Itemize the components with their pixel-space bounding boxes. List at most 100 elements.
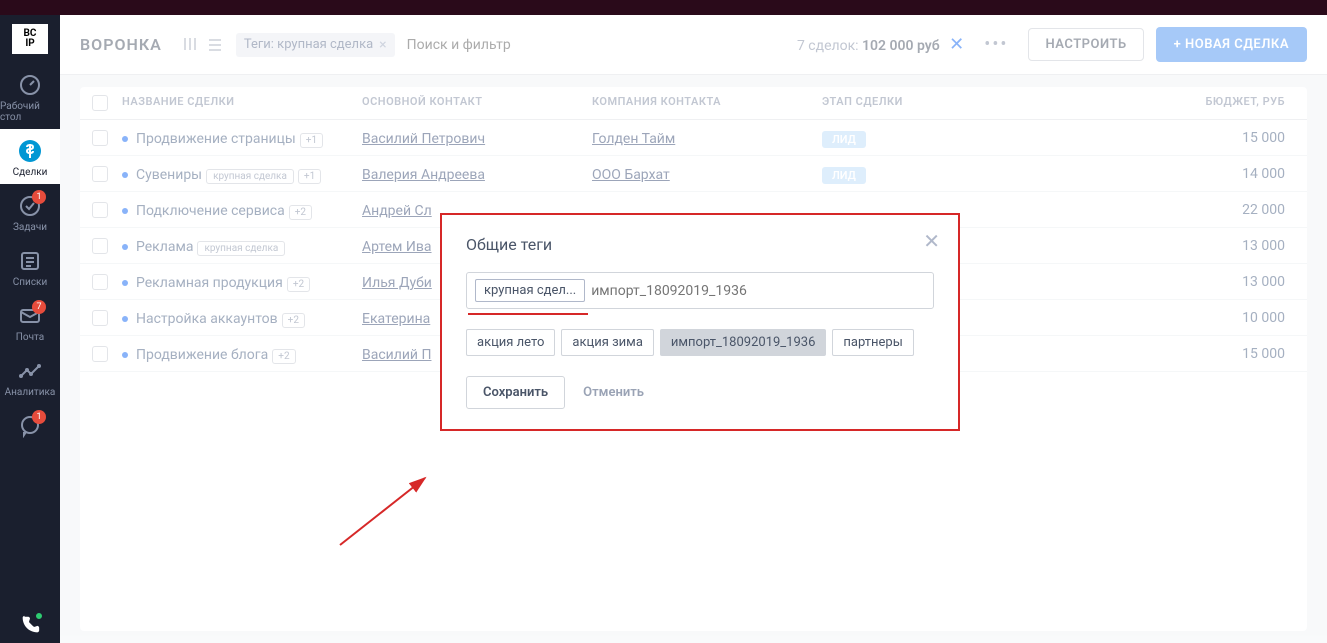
logo: BCIP [0,15,60,63]
tag-count: +2 [289,205,312,220]
deal-name[interactable]: Рекламная продукция [136,275,283,291]
row-checkbox[interactable] [92,166,108,182]
nav-label: Почта [16,332,44,343]
filter-tag[interactable]: Теги: крупная сделка × [236,33,395,57]
tag-suggestions: акция летоакция зима импорт_18092019_1936… [466,329,934,356]
nav-label: Списки [13,277,47,288]
col-name[interactable]: НАЗВАНИЕ СДЕЛКИ [122,95,362,111]
budget-value: 15 000 [1192,130,1295,146]
row-checkbox[interactable] [92,274,108,290]
tag-count: +2 [282,313,305,328]
budget-value: 14 000 [1192,166,1295,182]
suggestion-tag[interactable]: акция зима [561,329,653,356]
nav-lists[interactable]: Списки [0,239,60,294]
row-checkbox[interactable] [92,238,108,254]
deal-name[interactable]: Сувениры [136,167,202,183]
row-checkbox[interactable] [92,310,108,326]
nav-label: Задачи [13,222,47,233]
nav-dashboard[interactable]: Рабочий стол [0,63,60,129]
company-link[interactable]: Голден Тайм [592,131,675,147]
nav-analytics[interactable]: Аналитика [0,349,60,404]
budget-value: 22 000 [1192,202,1295,218]
annotation-underline [468,313,588,315]
tag-count: +1 [300,133,323,148]
col-company[interactable]: КОМПАНИЯ КОНТАКТА [592,95,822,111]
badge: 7 [32,300,46,314]
list-icon [18,249,42,273]
columns-icon [182,36,198,52]
status-dot [122,352,128,358]
col-budget[interactable]: БЮДЖЕТ, РУБ [1192,95,1295,111]
contact-link[interactable]: Василий П [362,347,431,363]
modal-close-icon[interactable]: ✕ [923,229,940,253]
col-contact[interactable]: ОСНОВНОЙ КОНТАКТ [362,95,592,111]
nav-mail[interactable]: 7 Почта [0,294,60,349]
row-checkbox[interactable] [92,346,108,362]
status-dot [122,316,128,322]
gauge-icon [18,73,42,97]
deal-name[interactable]: Продвижение блога [136,347,268,363]
logo-text-2: IP [25,39,34,49]
nav-chat[interactable]: 1 [0,404,60,444]
deals-stats: 7 сделок: 102 000 руб ✕ [797,34,964,55]
status-dot [122,172,128,178]
badge: 1 [32,410,46,424]
tag-count: +2 [272,349,295,364]
contact-link[interactable]: Екатерина [362,311,430,327]
nav-label: Рабочий стол [0,101,60,123]
view-toggle[interactable] [182,36,224,54]
table-row[interactable]: Сувенирыкрупная сделка+1 Валерия Андреев… [80,156,1307,192]
table-row[interactable]: Продвижение страницы+1 Василий Петрович … [80,120,1307,156]
nav-phone[interactable] [0,603,60,643]
dollar-icon [18,139,42,163]
deal-name[interactable]: Реклама [136,239,193,255]
select-all-checkbox[interactable] [92,95,108,111]
suggestion-tag[interactable]: акция лето [466,329,555,356]
contact-link[interactable]: Василий Петрович [362,131,485,147]
suggestion-tag[interactable]: импорт_18092019_1936 [660,329,827,356]
badge: 1 [32,190,46,204]
search-input[interactable] [407,37,607,53]
nav-label: Сделки [13,167,48,178]
row-checkbox[interactable] [92,130,108,146]
settings-button[interactable]: НАСТРОИТЬ [1028,28,1143,61]
header: ВОРОНКА Теги: крупная сделка × 7 сделок:… [60,15,1327,75]
col-stage[interactable]: ЭТАП СДЕЛКИ [822,95,1192,111]
contact-link[interactable]: Валерия Андреева [362,167,485,183]
stage-badge: ЛИД [822,131,866,148]
contact-link[interactable]: Илья Дуби [362,275,432,291]
contact-link[interactable]: Андрей Сл [362,203,432,219]
stats-count: 7 сделок: [797,38,859,54]
tag-input[interactable] [591,283,925,299]
save-button[interactable]: Сохранить [466,376,565,409]
contact-link[interactable]: Артем Ива [362,239,432,255]
cancel-button[interactable]: Отменить [575,376,652,409]
nav-deals[interactable]: Сделки [0,129,60,184]
status-dot [122,136,128,142]
filter-tag-label: Теги: крупная сделка [244,37,373,52]
suggestion-tag[interactable]: партнеры [832,329,913,356]
status-dot [122,244,128,250]
deal-name[interactable]: Настройка аккаунтов [136,311,278,327]
more-icon[interactable]: ••• [984,34,1008,55]
clear-filter-icon[interactable]: ✕ [949,34,964,55]
tag-count: +2 [287,277,310,292]
deal-name[interactable]: Продвижение страницы [136,131,296,147]
chart-icon [18,359,42,383]
close-icon[interactable]: × [379,37,386,53]
stage-badge: ЛИД [822,167,866,184]
company-link[interactable]: ООО Бархат [592,167,670,183]
nav-tasks[interactable]: 1 Задачи [0,184,60,239]
deal-tag: крупная сделка [206,169,294,184]
budget-value: 13 000 [1192,274,1295,290]
row-checkbox[interactable] [92,202,108,218]
new-deal-button[interactable]: + НОВАЯ СДЕЛКА [1156,27,1307,62]
deal-tag: крупная сделка [197,241,285,256]
online-indicator [34,611,44,621]
tag-input-container[interactable]: крупная сдел... [466,272,934,309]
deal-name[interactable]: Подключение сервиса [136,203,285,219]
chat-icon: 1 [18,414,42,438]
selected-tag[interactable]: крупная сдел... [475,279,585,302]
nav-label: Аналитика [5,387,56,398]
tags-modal: ✕ Общие теги крупная сдел... акция летоа… [440,213,960,431]
